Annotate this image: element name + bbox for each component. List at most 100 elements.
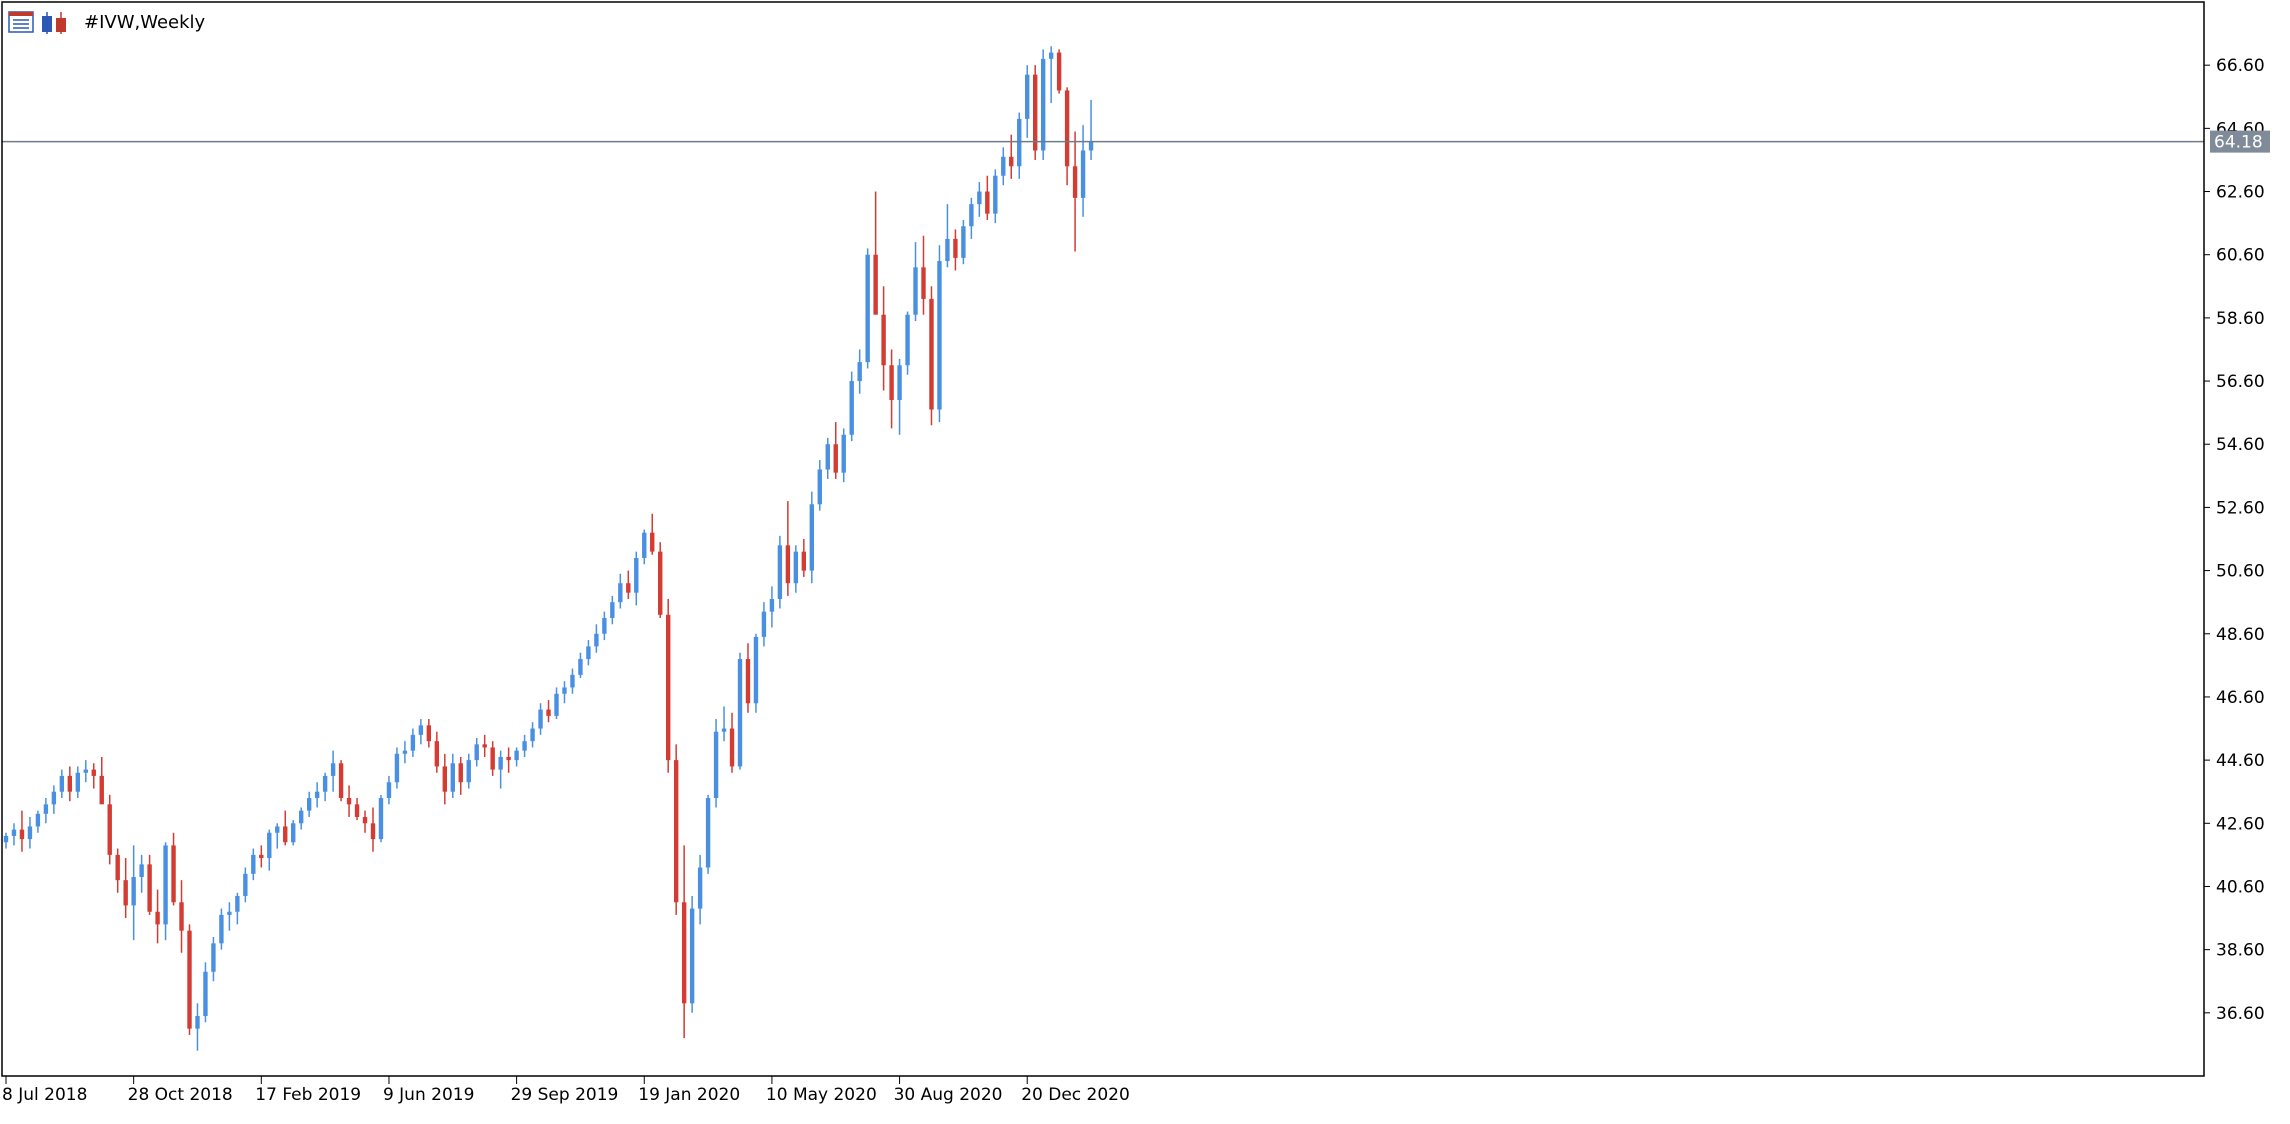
candle-body xyxy=(91,769,96,776)
candle-body xyxy=(761,611,767,637)
candle-body xyxy=(482,744,487,748)
candle-body xyxy=(578,659,583,675)
candle-body xyxy=(785,545,791,584)
candle xyxy=(825,437,830,479)
candle-body xyxy=(322,775,328,792)
candle-body xyxy=(386,782,392,799)
candle xyxy=(123,858,128,919)
candle-body xyxy=(1048,52,1054,59)
candle xyxy=(889,349,894,429)
candle xyxy=(291,820,296,846)
candle xyxy=(267,829,272,871)
candle xyxy=(362,810,368,833)
candle-body xyxy=(737,659,743,767)
candle-body xyxy=(35,813,41,827)
candle-body xyxy=(889,365,894,401)
candle-body xyxy=(147,864,152,912)
candle-body xyxy=(809,504,814,571)
candle-body xyxy=(179,902,184,931)
candle-body xyxy=(291,823,296,843)
candle xyxy=(578,652,583,678)
candle xyxy=(809,491,814,584)
candle xyxy=(235,892,240,925)
candle-body xyxy=(881,314,886,366)
candle-body xyxy=(777,545,783,600)
candle xyxy=(961,219,966,265)
candle-body xyxy=(801,551,807,571)
chart-window-icon[interactable] xyxy=(8,10,34,34)
candle xyxy=(538,703,543,735)
candle xyxy=(147,854,152,915)
candle xyxy=(506,747,511,773)
candle xyxy=(442,753,447,805)
candle xyxy=(985,175,990,220)
y-tick-label: 46.60 xyxy=(2216,688,2265,708)
y-tick-label: 50.60 xyxy=(2216,562,2265,582)
candle xyxy=(721,706,727,742)
x-tick-label: 28 Oct 2018 xyxy=(128,1085,233,1105)
candle-body xyxy=(697,867,703,909)
candle-body xyxy=(1064,90,1070,167)
candle xyxy=(450,753,455,799)
chart-container: 36.60 38.60 40.60 42.60 44.60 46.60 48.60 50.60… xyxy=(0,0,2290,1120)
candle xyxy=(713,719,719,808)
candle-body xyxy=(378,798,384,840)
candle-body xyxy=(450,763,455,792)
candle xyxy=(594,624,599,653)
x-tick-label: 10 May 2020 xyxy=(766,1085,877,1105)
chart-type-icon[interactable] xyxy=(40,10,66,34)
candle-body xyxy=(83,769,88,773)
candle xyxy=(737,652,743,770)
candle-body xyxy=(115,854,120,881)
candle xyxy=(793,545,799,593)
y-tick-label: 38.60 xyxy=(2216,941,2265,961)
candle-body xyxy=(474,744,479,761)
candle xyxy=(83,760,88,783)
candle xyxy=(841,428,846,483)
candle xyxy=(35,810,41,833)
candle-body xyxy=(346,798,352,805)
candle xyxy=(43,798,49,824)
y-tick-label: 60.60 xyxy=(2216,246,2265,266)
candle xyxy=(554,687,559,720)
candle xyxy=(219,908,224,950)
candle xyxy=(195,1003,200,1051)
candle xyxy=(354,798,360,821)
candle-body xyxy=(219,914,224,944)
candle-body xyxy=(51,791,57,805)
candle-body xyxy=(522,741,527,751)
candle-body xyxy=(1040,58,1046,151)
candle-body xyxy=(514,750,519,761)
candle xyxy=(466,753,471,789)
candle xyxy=(865,248,870,369)
x-tick-label: 19 Jan 2020 xyxy=(638,1085,740,1105)
candle-body xyxy=(745,659,751,704)
candle-body xyxy=(626,583,631,593)
candle xyxy=(434,731,440,773)
y-tick-label: 36.60 xyxy=(2216,1004,2265,1024)
candle xyxy=(1080,125,1086,217)
candle xyxy=(745,643,751,713)
candle xyxy=(99,756,104,805)
candle xyxy=(370,807,376,852)
candle-body xyxy=(203,971,208,1016)
candle xyxy=(498,750,503,789)
candle-body xyxy=(498,756,503,770)
candle-body xyxy=(921,267,926,299)
candle xyxy=(681,845,687,1039)
candle-body xyxy=(666,614,671,761)
candle-body xyxy=(610,602,615,618)
candle xyxy=(945,204,950,268)
candle-body xyxy=(59,775,65,792)
y-tick-label: 66.60 xyxy=(2216,56,2265,76)
candle-body xyxy=(929,298,934,410)
y-axis: 36.60 38.60 40.60 42.60 44.60 46.60 48.60 50.60… xyxy=(2204,56,2270,1024)
candle-body xyxy=(586,646,591,660)
candle xyxy=(67,766,73,802)
candle xyxy=(243,867,248,903)
candle-body xyxy=(1025,74,1030,119)
candle xyxy=(937,245,942,423)
candle-body xyxy=(1009,156,1014,167)
candle xyxy=(801,539,807,577)
candle-body xyxy=(123,880,128,906)
